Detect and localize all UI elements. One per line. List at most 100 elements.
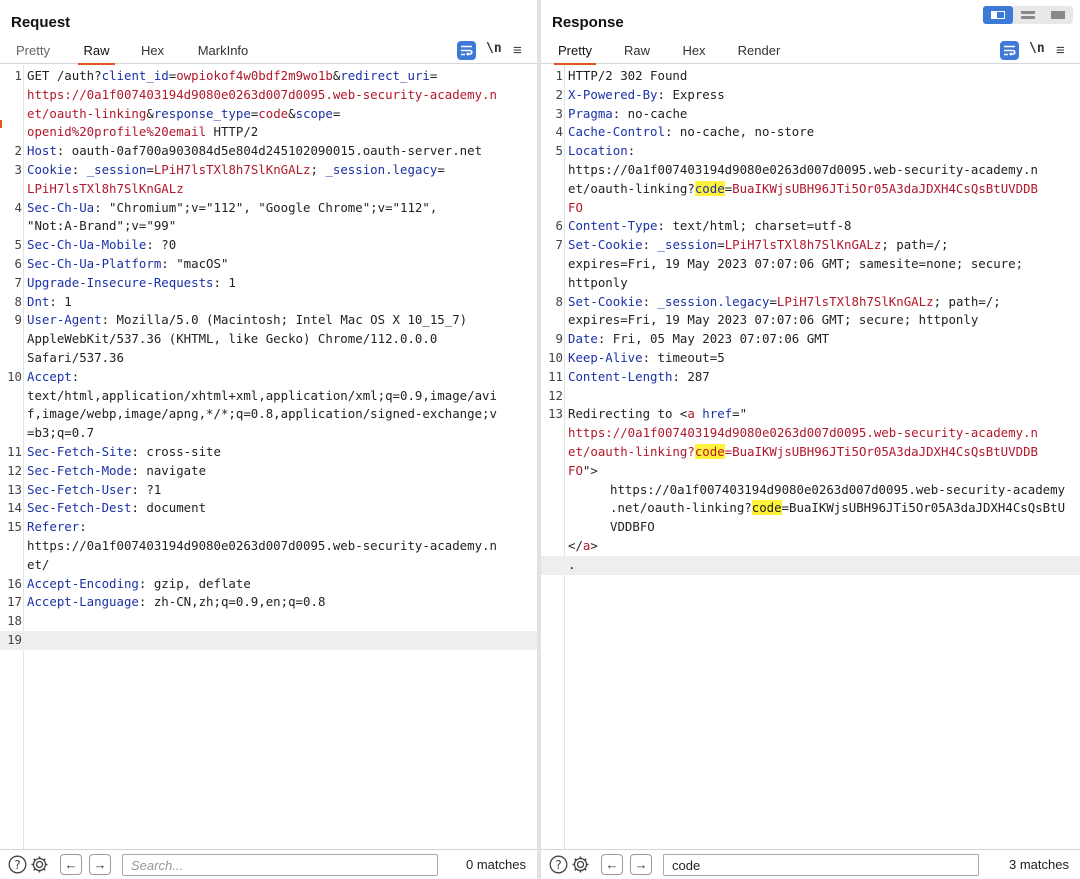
code-line[interactable]: https://0a1f007403194d9080e0263d007d0095… xyxy=(541,161,1080,180)
code-line[interactable]: et/oauth-linking?code=BuaIKWjsUBH96JTi5O… xyxy=(541,180,1080,199)
search-prev-button[interactable]: ← xyxy=(60,854,82,875)
tab-pretty[interactable]: Pretty xyxy=(554,38,596,65)
code-line[interactable]: https://0a1f007403194d9080e0263d007d0095… xyxy=(0,537,537,556)
code-line[interactable]: expires=Fri, 19 May 2023 07:07:06 GMT; s… xyxy=(541,311,1080,330)
code-line[interactable]: 3 Cookie: _session=LPiH7lsTXl8h7SlKnGALz;… xyxy=(0,161,537,180)
code-line[interactable]: 7 Upgrade-Insecure-Requests: 1 xyxy=(0,274,537,293)
tab-pretty[interactable]: Pretty xyxy=(12,38,54,64)
code-line[interactable]: f,image/webp,image/apng,*/*;q=0.8,applic… xyxy=(0,405,537,424)
code-line[interactable]: 12 Sec-Fetch-Mode: navigate xyxy=(0,462,537,481)
code-line[interactable]: et/oauth-linking&response_type=code&scop… xyxy=(0,105,537,124)
code-line[interactable]: "Not:A-Brand";v="99" xyxy=(0,217,537,236)
code-line[interactable]: https://0a1f007403194d9080e0263d007d0095… xyxy=(541,481,1080,500)
code-line[interactable]: 1 GET /auth?client_id = owpiokof4w0bdf2m9wo… xyxy=(0,67,537,86)
code-line[interactable]: https://0a1f007403194d9080e0263d007d0095… xyxy=(0,86,537,105)
code-line[interactable]: =b3;q=0.7 xyxy=(0,424,537,443)
code-token: : Mozilla/5.0 (Macintosh; Intel Mac OS X… xyxy=(101,312,468,328)
response-match-count: 3 matches xyxy=(1009,857,1069,872)
code-line[interactable]: 10 Accept: xyxy=(0,368,537,387)
search-next-button[interactable]: → xyxy=(89,854,111,875)
code-line[interactable]: 8 Dnt: 1 xyxy=(0,293,537,312)
code-line[interactable]: 8 Set-Cookie: _session.legacy=LPiH7lsTXl8… xyxy=(541,293,1080,312)
code-line[interactable]: </a> xyxy=(541,537,1080,556)
code-line[interactable]: VDDBFO xyxy=(541,518,1080,537)
code-token: Redirecting to < xyxy=(568,406,688,422)
tab-raw[interactable]: Raw xyxy=(621,38,653,64)
code-line[interactable]: https://0a1f007403194d9080e0263d007d0095… xyxy=(541,424,1080,443)
code-line[interactable]: 3 Pragma: no-cache xyxy=(541,105,1080,124)
code-token: : xyxy=(642,237,658,253)
code-line[interactable]: 11 Sec-Fetch-Site: cross-site xyxy=(0,443,537,462)
wrap-lines-icon[interactable] xyxy=(1000,41,1019,60)
code-line[interactable]: Safari/537.36 xyxy=(0,349,537,368)
newline-toggle[interactable]: \n xyxy=(1029,41,1045,56)
code-line[interactable]: httponly xyxy=(541,274,1080,293)
code-token: Safari/537.36 xyxy=(27,349,124,365)
menu-icon[interactable]: ≡ xyxy=(513,42,522,59)
code-line[interactable]: 6 Sec-Ch-Ua-Platform: "macOS" xyxy=(0,255,537,274)
code-line[interactable]: 11 Content-Length: 287 xyxy=(541,368,1080,387)
tab-markinfo[interactable]: MarkInfo xyxy=(193,38,253,64)
code-line[interactable]: 7 Set-Cookie: _session=LPiH7lsTXl8h7SlKnG… xyxy=(541,236,1080,255)
code-line[interactable]: 19 xyxy=(0,630,537,650)
code-line[interactable]: FO xyxy=(541,199,1080,218)
code-line[interactable]: 4 Sec-Ch-Ua: "Chromium";v="112", "Google … xyxy=(0,199,537,218)
code-line[interactable]: 9 User-Agent: Mozilla/5.0 (Macintosh; Int… xyxy=(0,311,537,330)
layout-side-by-side-icon[interactable] xyxy=(983,6,1013,24)
request-editor[interactable]: 1 GET /auth?client_id = owpiokof4w0bdf2m9wo… xyxy=(0,65,537,849)
code-line[interactable]: 4 Cache-Control: no-cache, no-store xyxy=(541,123,1080,142)
menu-icon[interactable]: ≡ xyxy=(1056,42,1065,59)
line-number: 17 xyxy=(7,594,22,610)
code-line[interactable]: 2 Host: oauth-0af700a903084d5e804d2451020… xyxy=(0,142,537,161)
request-search-input[interactable] xyxy=(122,854,438,876)
search-next-button[interactable]: → xyxy=(630,854,652,875)
code-line[interactable]: 13 Sec-Fetch-User: ?1 xyxy=(0,481,537,500)
code-line[interactable]: 12 xyxy=(541,387,1080,406)
code-token: : cross-site xyxy=(131,443,221,459)
line-number: 6 xyxy=(555,218,563,234)
code-line[interactable]: 5 Sec-Ch-Ua-Mobile: ?0 xyxy=(0,236,537,255)
wrap-lines-icon[interactable] xyxy=(457,41,476,60)
code-line[interactable]: 15 Referer: xyxy=(0,518,537,537)
code-line[interactable]: 1 HTTP/2 302 Found xyxy=(541,67,1080,86)
layout-tabbed-icon[interactable] xyxy=(1043,6,1073,24)
help-icon[interactable]: ? xyxy=(8,855,27,874)
gear-icon[interactable] xyxy=(571,855,590,874)
code-line[interactable]: 18 xyxy=(0,612,537,631)
code-line[interactable]: 2 X-Powered-By: Express xyxy=(541,86,1080,105)
code-token: = xyxy=(332,105,341,121)
code-line[interactable]: AppleWebKit/537.36 (KHTML, like Gecko) C… xyxy=(0,330,537,349)
layout-stacked-icon[interactable] xyxy=(1013,6,1043,24)
tab-raw[interactable]: Raw xyxy=(78,38,115,65)
code-line[interactable]: 6 Content-Type: text/html; charset=utf-8 xyxy=(541,217,1080,236)
code-line[interactable]: 17 Accept-Language: zh-CN,zh;q=0.9,en;q=0… xyxy=(0,593,537,612)
response-editor[interactable]: 1 HTTP/2 302 Found 2 X-Powered-By: Express 3… xyxy=(541,65,1080,849)
code-line[interactable]: 10 Keep-Alive: timeout=5 xyxy=(541,349,1080,368)
tab-render[interactable]: Render xyxy=(734,38,784,64)
code-line[interactable]: 14 Sec-Fetch-Dest: document xyxy=(0,499,537,518)
line-number: 9 xyxy=(555,331,563,347)
gear-icon[interactable] xyxy=(30,855,49,874)
code-line[interactable]: expires=Fri, 19 May 2023 07:07:06 GMT; s… xyxy=(541,255,1080,274)
code-line[interactable]: et/oauth-linking?code=BuaIKWjsUBH96JTi5O… xyxy=(541,443,1080,462)
code-line[interactable]: 9 Date: Fri, 05 May 2023 07:07:06 GMT xyxy=(541,330,1080,349)
code-line[interactable]: 13 Redirecting to <a href=" xyxy=(541,405,1080,424)
code-line[interactable]: et/ xyxy=(0,556,537,575)
code-token: : no-cache, no-store xyxy=(664,124,815,140)
code-token: https://0a1f007403194d9080e0263d007d0095… xyxy=(568,161,1038,177)
tab-hex[interactable]: Hex xyxy=(678,38,710,64)
code-line[interactable]: FO"> xyxy=(541,462,1080,481)
code-line[interactable]: 5 Location: xyxy=(541,142,1080,161)
code-line[interactable]: 16 Accept-Encoding: gzip, deflate xyxy=(0,575,537,594)
code-line[interactable]: . xyxy=(541,555,1080,575)
code-line[interactable]: .net/oauth-linking?code=BuaIKWjsUBH96JTi… xyxy=(541,499,1080,518)
code-line[interactable]: text/html,application/xhtml+xml,applicat… xyxy=(0,387,537,406)
code-line[interactable]: LPiH7lsTXl8h7SlKnGALz xyxy=(0,180,537,199)
code-line[interactable]: openid%20profile%20email HTTP/2 xyxy=(0,123,537,142)
tab-hex[interactable]: Hex xyxy=(136,38,169,64)
search-prev-button[interactable]: ← xyxy=(601,854,623,875)
newline-toggle[interactable]: \n xyxy=(486,41,502,56)
code-token: =BuaIKWjsUBH96JTi5Or05A3daJDXH4CsQsBtU xyxy=(781,500,1066,516)
help-icon[interactable]: ? xyxy=(549,855,568,874)
response-search-input[interactable] xyxy=(663,854,979,876)
